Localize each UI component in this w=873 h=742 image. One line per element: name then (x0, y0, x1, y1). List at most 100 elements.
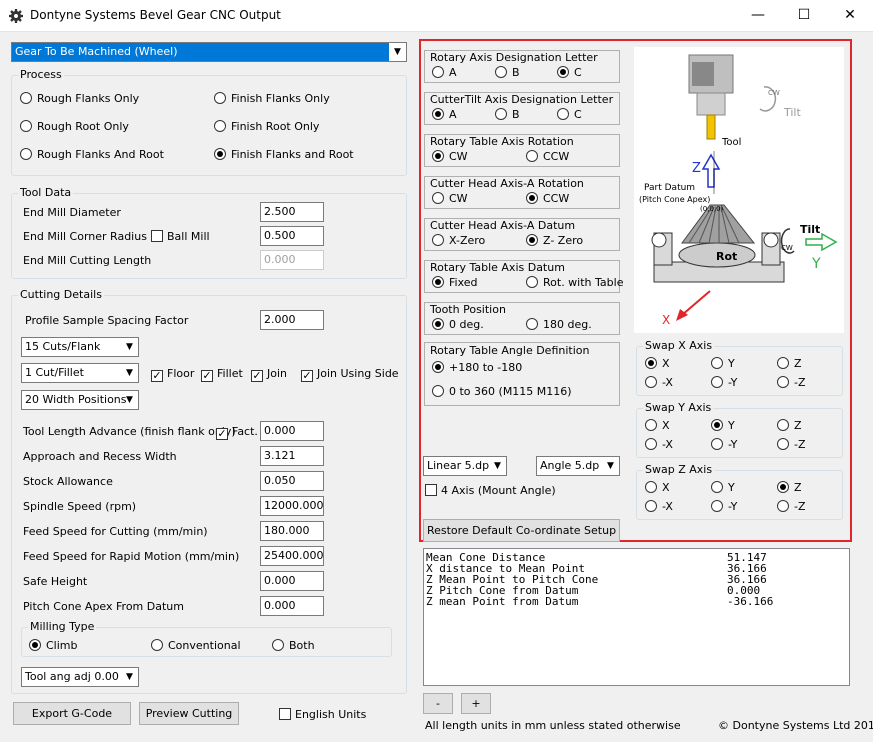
approach-label: Approach and Recess Width (23, 450, 177, 463)
tool-angle-select[interactable]: Tool ang adj 0.00 ▼ (21, 667, 139, 687)
pitch-apex-field[interactable]: 0.000 (260, 596, 324, 616)
width-positions-select[interactable]: 20 Width Positions ▼ (21, 390, 139, 410)
milling-radio-0[interactable]: Climb (29, 639, 78, 652)
swap-1-radio-2[interactable]: Z (777, 419, 802, 432)
cuts-flank-select[interactable]: 15 Cuts/Flank ▼ (21, 337, 139, 357)
approach-field[interactable]: 3.121 (260, 446, 324, 466)
process-radio-5-label: Finish Flanks and Root (231, 148, 354, 161)
swap-0-radio-4[interactable]: -Y (711, 376, 737, 389)
axis-panel-4-radio-1[interactable]: Z- Zero (526, 234, 583, 247)
fact-label: Fact. (232, 425, 258, 438)
axis-panel-2-radio-1[interactable]: CCW (526, 150, 569, 163)
axis-panel-5-radio-0[interactable]: Fixed (432, 276, 478, 289)
axis-panel-6-radio-1[interactable]: 180 deg. (526, 318, 592, 331)
swap-0-radio-2[interactable]: Z (777, 357, 802, 370)
radio-dot (214, 148, 226, 160)
process-radio-4[interactable]: Rough Flanks And Root (20, 148, 164, 161)
swap-2-radio-2[interactable]: Z (777, 481, 802, 494)
plus-button[interactable]: + (461, 693, 491, 714)
axis-panel-1-radio-1[interactable]: B (495, 108, 520, 121)
swap-1-radio-3[interactable]: -X (645, 438, 673, 451)
four-axis-checkbox[interactable]: 4 Axis (Mount Angle) (425, 484, 556, 497)
axis-panel-4-radio-0[interactable]: X-Zero (432, 234, 485, 247)
end-mill-diameter-field[interactable]: 2.500 (260, 202, 324, 222)
radio-dot (645, 376, 657, 388)
angle-def-radio-0-label: +180 to -180 (449, 361, 523, 374)
swap-2-radio-3[interactable]: -X (645, 500, 673, 513)
spindle-field[interactable]: 12000.000 (260, 496, 324, 516)
diagram-cw2-label: CW (781, 244, 793, 252)
join-side-checkbox[interactable]: ✓ Join Using Side (301, 367, 399, 382)
restore-setup-button[interactable]: Restore Default Co-ordinate Setup (423, 519, 620, 542)
linear-format-select[interactable]: Linear 5.dp ▼ (423, 456, 507, 476)
axis-panel-6-radio-0-label: 0 deg. (449, 318, 484, 331)
axis-panel-5-radio-1[interactable]: Rot. with Table (526, 276, 623, 289)
close-button[interactable]: ✕ (827, 0, 873, 31)
check-icon: ✓ (151, 369, 163, 382)
axis-panel-0-radio-1[interactable]: B (495, 66, 520, 79)
feed-rapid-field[interactable]: 25400.000 (260, 546, 324, 566)
swap-0-radio-0[interactable]: X (645, 357, 670, 370)
output-text-area[interactable]: Mean Cone Distance 51.147 X distance to Me… (423, 548, 850, 686)
fact-checkbox[interactable]: ✓ Fact. (216, 425, 258, 440)
radio-dot (495, 66, 507, 78)
fillet-checkbox[interactable]: ✓ Fillet (201, 367, 243, 382)
swap-2-radio-1[interactable]: Y (711, 481, 735, 494)
cut-fillet-select[interactable]: 1 Cut/Fillet ▼ (21, 363, 139, 383)
join-checkbox[interactable]: ✓ Join (251, 367, 287, 382)
tool-length-field[interactable]: 0.000 (260, 421, 324, 441)
swap-2-radio-2-label: Z (794, 481, 802, 494)
angle-format-select[interactable]: Angle 5.dp ▼ (536, 456, 620, 476)
process-radio-5[interactable]: Finish Flanks and Root (214, 148, 354, 161)
process-radio-0[interactable]: Rough Flanks Only (20, 92, 139, 105)
floor-checkbox[interactable]: ✓ Floor (151, 367, 194, 382)
safe-height-field[interactable]: 0.000 (260, 571, 324, 591)
process-radio-3[interactable]: Finish Root Only (214, 120, 319, 133)
process-radio-2[interactable]: Rough Root Only (20, 120, 129, 133)
axis-panel-1-radio-2[interactable]: C (557, 108, 582, 121)
swap-2-radio-0[interactable]: X (645, 481, 670, 494)
process-radio-1[interactable]: Finish Flanks Only (214, 92, 330, 105)
axis-panel-label-4: Cutter Head Axis-A Datum (430, 219, 576, 232)
radio-dot (151, 639, 163, 651)
swap-2-radio-5[interactable]: -Z (777, 500, 806, 513)
axis-panel-0-radio-2[interactable]: C (557, 66, 582, 79)
axis-panel-3-radio-1[interactable]: CCW (526, 192, 569, 205)
profile-factor-field[interactable]: 2.000 (260, 310, 324, 330)
swap-0-radio-3[interactable]: -X (645, 376, 673, 389)
corner-radius-field[interactable]: 0.500 (260, 226, 324, 246)
milling-radio-2[interactable]: Both (272, 639, 315, 652)
swap-0-radio-1[interactable]: Y (711, 357, 735, 370)
swap-1-radio-4[interactable]: -Y (711, 438, 737, 451)
angle-def-radio-0[interactable]: +180 to -180 (432, 361, 522, 374)
preview-cutting-button[interactable]: Preview Cutting (139, 702, 239, 725)
export-gcode-button[interactable]: Export G-Code (13, 702, 131, 725)
feed-cut-field[interactable]: 180.000 (260, 521, 324, 541)
swap-1-radio-1[interactable]: Y (711, 419, 735, 432)
ball-mill-box (151, 230, 163, 242)
swap-0-radio-5[interactable]: -Z (777, 376, 806, 389)
axis-panel-6-radio-0[interactable]: 0 deg. (432, 318, 484, 331)
axis-panel-label-3: Cutter Head Axis-A Rotation (430, 177, 584, 190)
milling-radio-1[interactable]: Conventional (151, 639, 241, 652)
radio-dot (645, 419, 657, 431)
swap-2-radio-4[interactable]: -Y (711, 500, 737, 513)
english-units-checkbox[interactable]: English Units (279, 708, 366, 721)
gear-select[interactable]: Gear To Be Machined (Wheel) ▼ (11, 42, 407, 62)
radio-dot (645, 481, 657, 493)
axis-panel-2-radio-0[interactable]: CW (432, 150, 468, 163)
axis-panel-1-radio-0[interactable]: A (432, 108, 457, 121)
radio-dot (432, 108, 444, 120)
swap-1-radio-0[interactable]: X (645, 419, 670, 432)
swap-2-radio-4-label: -Y (728, 500, 738, 513)
swap-1-radio-5[interactable]: -Z (777, 438, 806, 451)
axis-panel-3-radio-0[interactable]: CW (432, 192, 468, 205)
axis-panel-0-radio-0[interactable]: A (432, 66, 457, 79)
minus-button[interactable]: - (423, 693, 453, 714)
stock-field[interactable]: 0.050 (260, 471, 324, 491)
minimize-button[interactable]: — (735, 0, 781, 31)
maximize-button[interactable]: ☐ (781, 0, 827, 31)
ball-mill-checkbox[interactable]: Ball Mill (151, 230, 210, 243)
radio-dot (711, 357, 723, 369)
angle-def-radio-1[interactable]: 0 to 360 (M115 M116) (432, 385, 572, 398)
